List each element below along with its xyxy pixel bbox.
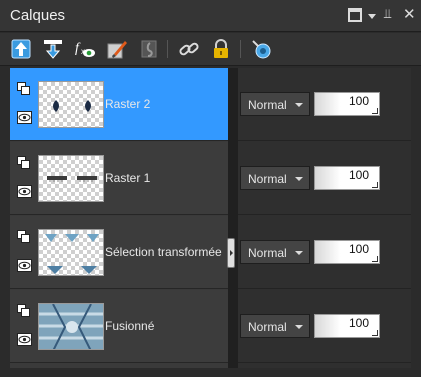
layer-row-fusionne[interactable]: Fusionné bbox=[10, 290, 228, 363]
layer-type-icon[interactable] bbox=[17, 156, 30, 169]
maximize-icon[interactable] bbox=[348, 8, 362, 22]
layer-thumbnail bbox=[38, 155, 104, 202]
layers-toolbar: fx bbox=[0, 33, 421, 66]
move-up-icon[interactable] bbox=[10, 38, 32, 60]
layers-list: Raster 2 Raster 1 Sélection transformée bbox=[10, 68, 411, 368]
palette-titlebar: Calques ⫫ ✕ bbox=[0, 0, 421, 32]
opacity-field[interactable]: 100 bbox=[314, 314, 380, 338]
chevron-down-icon bbox=[295, 325, 303, 329]
blend-mode-select[interactable]: Normal bbox=[240, 314, 310, 338]
move-down-icon[interactable] bbox=[42, 38, 64, 60]
opacity-value: 100 bbox=[348, 316, 369, 330]
resize-grip-icon bbox=[372, 330, 378, 336]
dropdown-icon[interactable] bbox=[368, 14, 376, 19]
layer-properties-row: Normal 100 bbox=[238, 142, 411, 215]
layer-thumbnail bbox=[38, 229, 104, 276]
opacity-value: 100 bbox=[348, 94, 369, 108]
layer-name: Raster 1 bbox=[105, 171, 151, 185]
blend-mode-select[interactable]: Normal bbox=[240, 240, 310, 264]
visibility-eye-icon[interactable] bbox=[17, 259, 32, 272]
blend-mode-value: Normal bbox=[248, 98, 287, 112]
resize-grip-icon bbox=[372, 256, 378, 262]
blend-mode-value: Normal bbox=[248, 246, 287, 260]
mask-icon[interactable] bbox=[250, 38, 272, 60]
pin-icon[interactable]: ⫫ bbox=[384, 6, 398, 21]
layer-thumbnail bbox=[38, 303, 104, 350]
layer-row-raster-2[interactable]: Raster 2 bbox=[10, 68, 228, 141]
opacity-field[interactable]: 100 bbox=[314, 92, 380, 116]
chevron-down-icon bbox=[295, 177, 303, 181]
layer-row-raster-1[interactable]: Raster 1 bbox=[10, 142, 228, 215]
layer-row-selection-transformee[interactable]: Sélection transformée bbox=[10, 216, 228, 289]
column-divider[interactable] bbox=[228, 68, 238, 368]
layer-properties-row: Normal 100 bbox=[238, 290, 411, 363]
layer-name: Raster 2 bbox=[105, 97, 151, 111]
toolbar-separator bbox=[167, 40, 168, 58]
blend-mode-select[interactable]: Normal bbox=[240, 92, 310, 116]
close-icon[interactable]: ✕ bbox=[403, 5, 416, 23]
toolbar-separator bbox=[240, 40, 241, 58]
layer-name: Fusionné bbox=[105, 319, 155, 333]
lock-icon[interactable] bbox=[210, 38, 232, 60]
fx-visibility-icon[interactable]: fx bbox=[74, 38, 96, 60]
link-icon[interactable] bbox=[178, 38, 200, 60]
chevron-down-icon bbox=[295, 251, 303, 255]
layers-name-column: Raster 2 Raster 1 Sélection transformée bbox=[10, 68, 228, 368]
lock-transparency-icon[interactable] bbox=[138, 38, 160, 60]
layer-properties-row: Normal 100 bbox=[238, 68, 411, 141]
chevron-down-icon bbox=[295, 103, 303, 107]
visibility-eye-icon[interactable] bbox=[17, 333, 32, 346]
layer-properties-row: Normal 100 bbox=[238, 216, 411, 289]
layers-properties-column: Normal 100 Normal 100 Normal 100 Normal … bbox=[238, 68, 411, 368]
visibility-eye-icon[interactable] bbox=[17, 185, 32, 198]
opacity-field[interactable]: 100 bbox=[314, 240, 380, 264]
layer-name: Sélection transformée bbox=[105, 245, 222, 259]
opacity-value: 100 bbox=[348, 242, 369, 256]
splitter-handle[interactable] bbox=[227, 238, 235, 268]
layer-type-icon[interactable] bbox=[17, 82, 30, 95]
blend-mode-value: Normal bbox=[248, 320, 287, 334]
visibility-eye-icon[interactable] bbox=[17, 111, 32, 124]
blend-mode-select[interactable]: Normal bbox=[240, 166, 310, 190]
layer-type-icon[interactable] bbox=[17, 230, 30, 243]
palette-title: Calques bbox=[10, 7, 66, 24]
layer-type-icon[interactable] bbox=[17, 304, 30, 317]
layer-thumbnail bbox=[38, 81, 104, 128]
blend-mode-value: Normal bbox=[248, 172, 287, 186]
resize-grip-icon bbox=[372, 108, 378, 114]
resize-grip-icon bbox=[372, 182, 378, 188]
palette-bottom-edge bbox=[0, 368, 421, 377]
edit-brush-icon[interactable] bbox=[106, 38, 128, 60]
opacity-field[interactable]: 100 bbox=[314, 166, 380, 190]
opacity-value: 100 bbox=[348, 168, 369, 182]
